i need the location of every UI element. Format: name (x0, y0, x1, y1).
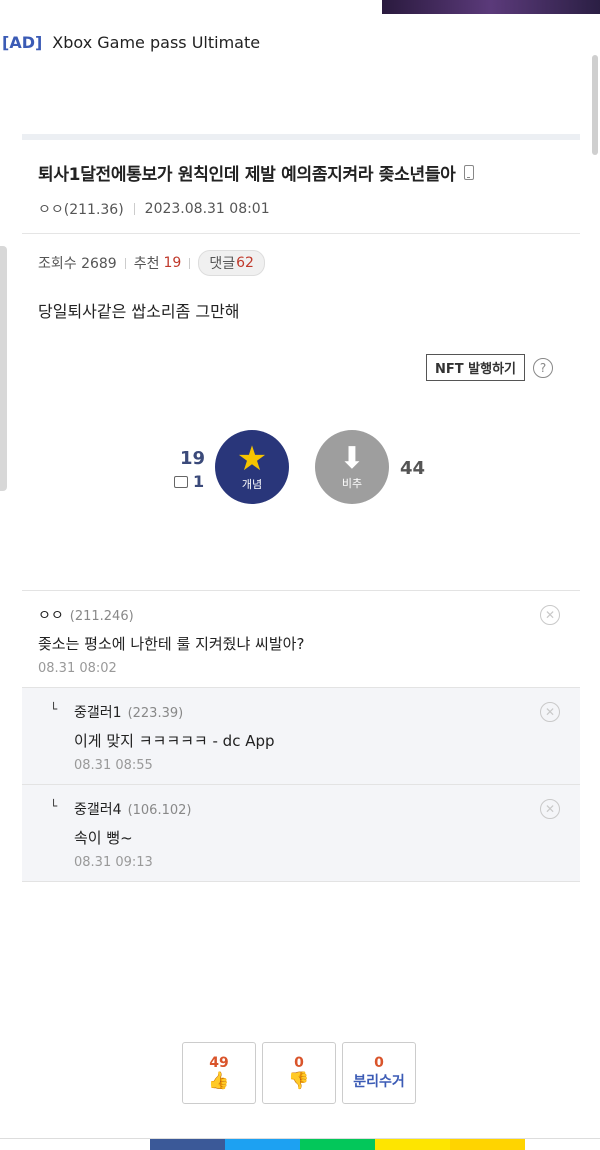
reply-item: └ 중갤러1 (223.39) 이게 맞지 ㅋㅋㅋㅋㅋ - dc App 08.3… (22, 688, 580, 785)
star-icon: ★ (236, 439, 268, 479)
post-title: 퇴사1달전에통보가 원칙인데 제발 예의좀지켜라 좆소년들아 (38, 160, 580, 185)
recommend-button[interactable]: ★ 개념 (215, 430, 289, 504)
thumbs-up-icon: 👍 (208, 1071, 230, 1091)
dislike-button[interactable]: 0 👎 (262, 1042, 336, 1104)
mobile-icon (463, 165, 474, 180)
bottom-vote-bar: 49 👍 0 👎 0 분리수거 (182, 1042, 416, 1104)
nft-row: NFT 발행하기 ? (426, 354, 553, 381)
downvote-button-label: 비추 (341, 477, 363, 490)
close-icon[interactable]: ✕ (540, 605, 560, 625)
arrow-down-icon: ⬇ (339, 441, 365, 476)
recommend-button-label: 개념 (241, 478, 263, 491)
views-count: 조회수 2689 (38, 256, 117, 272)
thumbs-down-icon: 👎 (288, 1071, 310, 1091)
meta-divider-line (22, 233, 580, 234)
stats-divider (189, 257, 191, 269)
share-kakaostory-icon[interactable] (450, 1138, 525, 1150)
ad-tag: [AD] (2, 32, 43, 52)
post-datetime: 2023.08.31 08:01 (144, 201, 270, 217)
recycle-count: 0 (374, 1055, 384, 1071)
comment-text: 이게 맞지 ㅋㅋㅋㅋㅋ - dc App (74, 732, 275, 750)
share-slot[interactable] (75, 1138, 150, 1150)
nft-button[interactable]: NFT 발행하기 (426, 354, 525, 381)
fixed-recommend-value: 1 (193, 472, 205, 491)
like-count: 49 (209, 1055, 229, 1071)
comment-header: 중갤러4 (106.102) (74, 799, 191, 819)
recommend-count: 19 (163, 255, 182, 271)
comment-date: 08.31 09:13 (74, 855, 153, 870)
like-button[interactable]: 49 👍 (182, 1042, 256, 1104)
comments-label: 댓글 (209, 256, 236, 272)
comment-author[interactable]: 중갤러4 (74, 802, 122, 818)
vote-area: 19 1 ★ 개념 ⬇ 비추 44 (170, 430, 450, 506)
recycle-label: 분리수거 (353, 1074, 405, 1090)
comment-text: 좆소는 평소에 나한테 룰 지켜줬냐 씨발아? (38, 635, 305, 653)
comment-ip: (211.246) (69, 609, 134, 624)
share-facebook-icon[interactable] (150, 1138, 225, 1150)
comment-header: 중갤러1 (223.39) (74, 702, 183, 722)
comment-date: 08.31 08:55 (74, 758, 153, 773)
close-icon[interactable]: ✕ (540, 702, 560, 722)
recycle-button[interactable]: 0 분리수거 (342, 1042, 416, 1104)
fixed-recommend-icon (174, 475, 188, 488)
help-icon[interactable]: ? (533, 357, 553, 378)
ad-bar[interactable]: [AD] Xbox Game pass Ultimate (0, 30, 260, 54)
comment-ip: (223.39) (127, 706, 184, 721)
share-bar (0, 1138, 600, 1150)
post-author[interactable]: ㅇㅇ(211.36) (38, 199, 124, 219)
comment-item: ㅇㅇ (211.246) 좆소는 평소에 나한테 룰 지켜줬냐 씨발아? 08.3… (22, 591, 580, 688)
post-meta: ㅇㅇ(211.36) 2023.08.31 08:01 (38, 199, 580, 219)
recommend-label: 추천 (133, 256, 160, 272)
close-icon[interactable]: ✕ (540, 799, 560, 819)
side-scroll-handle[interactable] (0, 246, 7, 491)
share-more-icon[interactable] (525, 1138, 600, 1150)
share-dc-icon[interactable] (0, 1138, 75, 1150)
comment-header: ㅇㅇ (211.246) (38, 605, 134, 625)
recommend-vote-count: 19 (180, 448, 206, 469)
share-kakao-icon[interactable] (375, 1138, 450, 1150)
comment-text: 속이 뻥~ (74, 829, 133, 847)
reply-item: └ 중갤러4 (106.102) 속이 뻥~ 08.31 09:13 ✕ (22, 785, 580, 882)
downvote-button[interactable]: ⬇ 비추 (315, 430, 389, 504)
comments-count-button[interactable]: 댓글 62 (198, 250, 265, 276)
ad-title[interactable]: Xbox Game pass Ultimate (52, 33, 260, 52)
meta-divider (133, 203, 135, 215)
comment-ip: (106.102) (127, 803, 192, 818)
share-twitter-icon[interactable] (225, 1138, 300, 1150)
top-banner-image[interactable] (382, 0, 600, 14)
comments-count: 62 (236, 255, 254, 271)
post-body: 당일퇴사같은 쌉소리좀 그만해 (38, 302, 240, 321)
comment-author[interactable]: 중갤러1 (74, 705, 122, 721)
fixed-recommend-count: 1 (174, 472, 204, 491)
reply-arrow-icon: └ (50, 702, 58, 716)
comment-list: ㅇㅇ (211.246) 좆소는 평소에 나한테 룰 지켜줬냐 씨발아? 08.3… (22, 590, 580, 882)
post-stats: 조회수 2689 추천 19 댓글 62 (38, 250, 580, 276)
post-title-text: 퇴사1달전에통보가 원칙인데 제발 예의좀지켜라 좆소년들아 (38, 165, 456, 185)
stats-divider (124, 257, 126, 269)
article-top-border (22, 134, 580, 140)
downvote-count: 44 (400, 458, 426, 479)
share-naver-icon[interactable] (300, 1138, 375, 1150)
page-scrollbar[interactable] (592, 55, 598, 155)
comment-author[interactable]: ㅇㅇ (38, 608, 64, 624)
reply-arrow-icon: └ (50, 799, 58, 813)
dislike-count: 0 (294, 1055, 304, 1071)
comment-date: 08.31 08:02 (38, 661, 117, 676)
article: 퇴사1달전에통보가 원칙인데 제발 예의좀지켜라 좆소년들아 ㅇㅇ(211.36… (22, 134, 580, 504)
